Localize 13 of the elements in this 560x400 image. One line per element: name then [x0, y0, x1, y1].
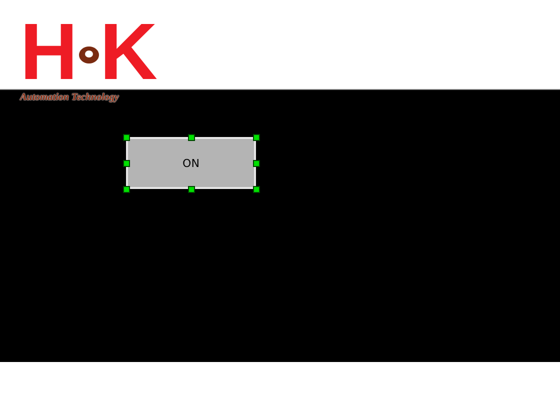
resize-handle[interactable]	[188, 134, 195, 141]
on-button[interactable]: ON	[126, 137, 256, 189]
ring-icon	[78, 45, 100, 65]
resize-handle[interactable]	[253, 186, 260, 193]
logo-letter: K	[100, 12, 158, 92]
resize-handle[interactable]	[253, 134, 260, 141]
resize-handle[interactable]	[188, 186, 195, 193]
resize-handle[interactable]	[253, 160, 260, 167]
logo-letter: H	[20, 12, 78, 92]
logo-tagline: Automation Technology	[20, 92, 119, 103]
resize-handle[interactable]	[123, 134, 130, 141]
resize-handle[interactable]	[123, 160, 130, 167]
resize-handle[interactable]	[123, 186, 130, 193]
